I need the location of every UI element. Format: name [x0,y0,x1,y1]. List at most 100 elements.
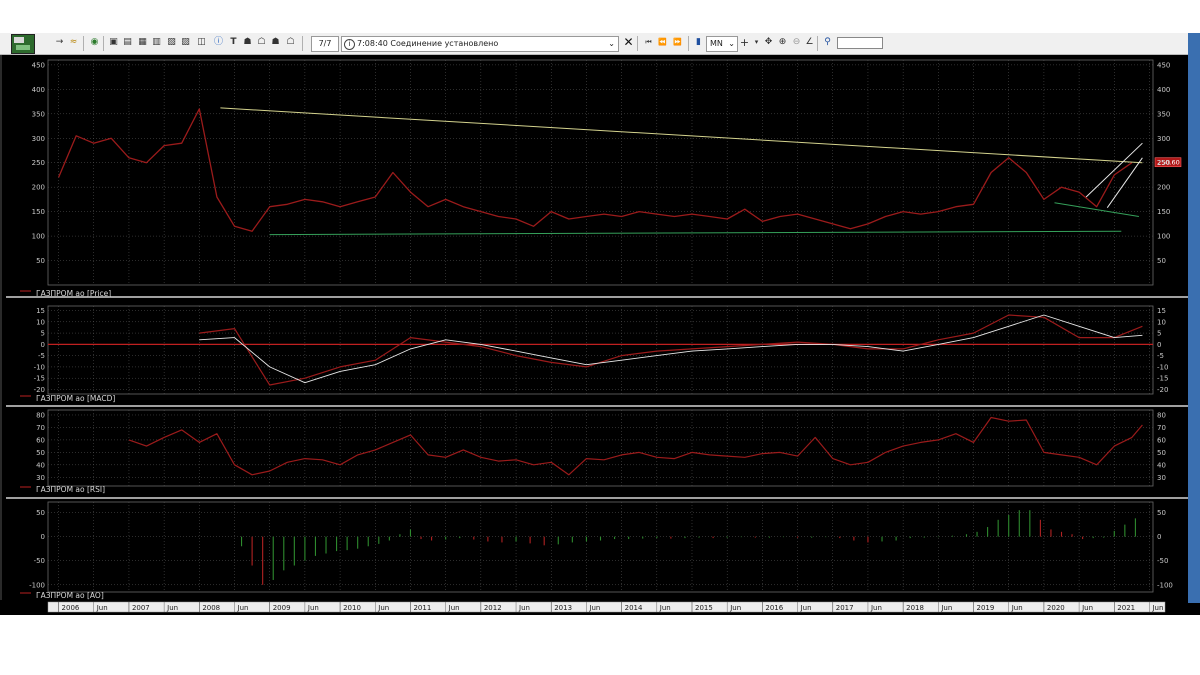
macd-signal-line [199,314,1143,384]
support-recent-line [1054,202,1139,217]
x-tick-half: Jun [729,604,741,612]
y-tick-left: 50 [36,449,45,457]
x-tick-year: 2010 [343,604,361,612]
y-tick-right: 250 [1157,159,1170,167]
y-tick-left: 300 [32,135,45,143]
y-tick-left: -10 [34,363,45,371]
x-tick-half: Jun [96,604,108,612]
y-tick-left: -50 [34,557,45,565]
x-tick-year: 2012 [484,604,502,612]
x-tick-year: 2008 [202,604,220,612]
y-tick-left: 200 [32,184,45,192]
y-tick-left: 400 [32,86,45,94]
channel-b-line [1106,157,1143,208]
legend-price: ГАЗПРОМ ао [Price] [36,289,111,298]
y-tick-right: 60 [1157,436,1166,444]
x-tick-year: 2017 [836,604,854,612]
x-tick-half: Jun [870,604,882,612]
x-tick-half: Jun [377,604,389,612]
y-tick-left: -20 [34,386,45,394]
y-tick-right: 0 [1157,533,1161,541]
pane-frame [47,501,1154,593]
y-tick-left: -100 [29,581,45,589]
x-tick-year: 2014 [625,604,643,612]
x-tick-year: 2013 [554,604,572,612]
pane-frame [47,305,1154,395]
y-tick-right: 50 [1157,257,1166,265]
y-tick-left: -5 [38,352,45,360]
x-tick-half: Jun [448,604,460,612]
x-tick-year: 2011 [413,604,431,612]
y-tick-left: -15 [34,375,45,383]
y-tick-left: 100 [32,233,45,241]
y-tick-left: 70 [36,424,45,432]
y-tick-right: 450 [1157,61,1170,69]
y-tick-right: -10 [1157,363,1168,371]
y-tick-left: 50 [36,509,45,517]
x-tick-half: Jun [1011,604,1023,612]
y-tick-right: 5 [1157,330,1161,338]
y-tick-right: 200 [1157,184,1170,192]
x-tick-year: 2018 [906,604,924,612]
x-tick-half: Jun [940,604,952,612]
trend-resistance-line [220,107,1143,164]
y-tick-right: 15 [1157,307,1166,315]
x-tick-year: 2007 [132,604,150,612]
y-tick-right: 50 [1157,509,1166,517]
y-tick-right: 10 [1157,318,1166,326]
y-tick-left: 30 [36,474,45,482]
y-tick-right: 100 [1157,233,1170,241]
y-tick-right: 150 [1157,208,1170,216]
x-tick-half: Jun [1081,604,1093,612]
y-tick-right: 350 [1157,110,1170,118]
y-tick-right: 50 [1157,449,1166,457]
y-tick-right: -15 [1157,375,1168,383]
y-tick-left: 80 [36,411,45,419]
y-tick-right: 40 [1157,461,1166,469]
y-tick-right: -100 [1157,581,1173,589]
y-tick-left: 250 [32,159,45,167]
y-tick-left: 60 [36,436,45,444]
x-tick-year: 2015 [695,604,713,612]
y-tick-right: 80 [1157,411,1166,419]
trend-support-line [269,230,1122,236]
x-tick-year: 2006 [62,604,80,612]
y-tick-right: 70 [1157,424,1166,432]
price-line [58,108,1133,232]
y-tick-left: 5 [41,330,45,338]
x-tick-year: 2009 [273,604,291,612]
y-tick-left: 10 [36,318,45,326]
legend-macd: ГАЗПРОМ ао [MACD] [36,394,115,403]
rsi-line [128,416,1143,476]
chart-area: ГАЗПРОМ ао [Price] ГАЗПРОМ ао [MACD] ГАЗ… [6,59,1188,613]
x-tick-half: Jun [588,604,600,612]
y-tick-left: 15 [36,307,45,315]
y-tick-left: 450 [32,61,45,69]
x-tick-half: Jun [659,604,671,612]
macd-line [199,314,1143,386]
y-tick-left: 350 [32,110,45,118]
y-tick-right: 0 [1157,341,1161,349]
x-tick-half: Jun [166,604,178,612]
y-tick-right: 400 [1157,86,1170,94]
y-tick-right: 30 [1157,474,1166,482]
x-tick-year: 2016 [765,604,783,612]
y-tick-right: -20 [1157,386,1168,394]
y-tick-left: 150 [32,208,45,216]
y-tick-right: -50 [1157,557,1168,565]
x-tick-half: Jun [307,604,319,612]
x-tick-half: Jun [237,604,249,612]
legend-rsi: ГАЗПРОМ ао [RSI] [36,485,105,494]
y-tick-left: 0 [41,341,45,349]
y-tick-left: 40 [36,461,45,469]
x-tick-half: Jun [518,604,530,612]
x-tick-half: Jun [1151,604,1163,612]
x-tick-year: 2020 [1047,604,1065,612]
y-tick-right: -5 [1157,352,1164,360]
x-tick-year: 2021 [1117,604,1135,612]
x-tick-half: Jun [800,604,812,612]
pane-frame [47,409,1154,487]
y-tick-right: 300 [1157,135,1170,143]
y-tick-left: 0 [41,533,45,541]
y-tick-left: 50 [36,257,45,265]
